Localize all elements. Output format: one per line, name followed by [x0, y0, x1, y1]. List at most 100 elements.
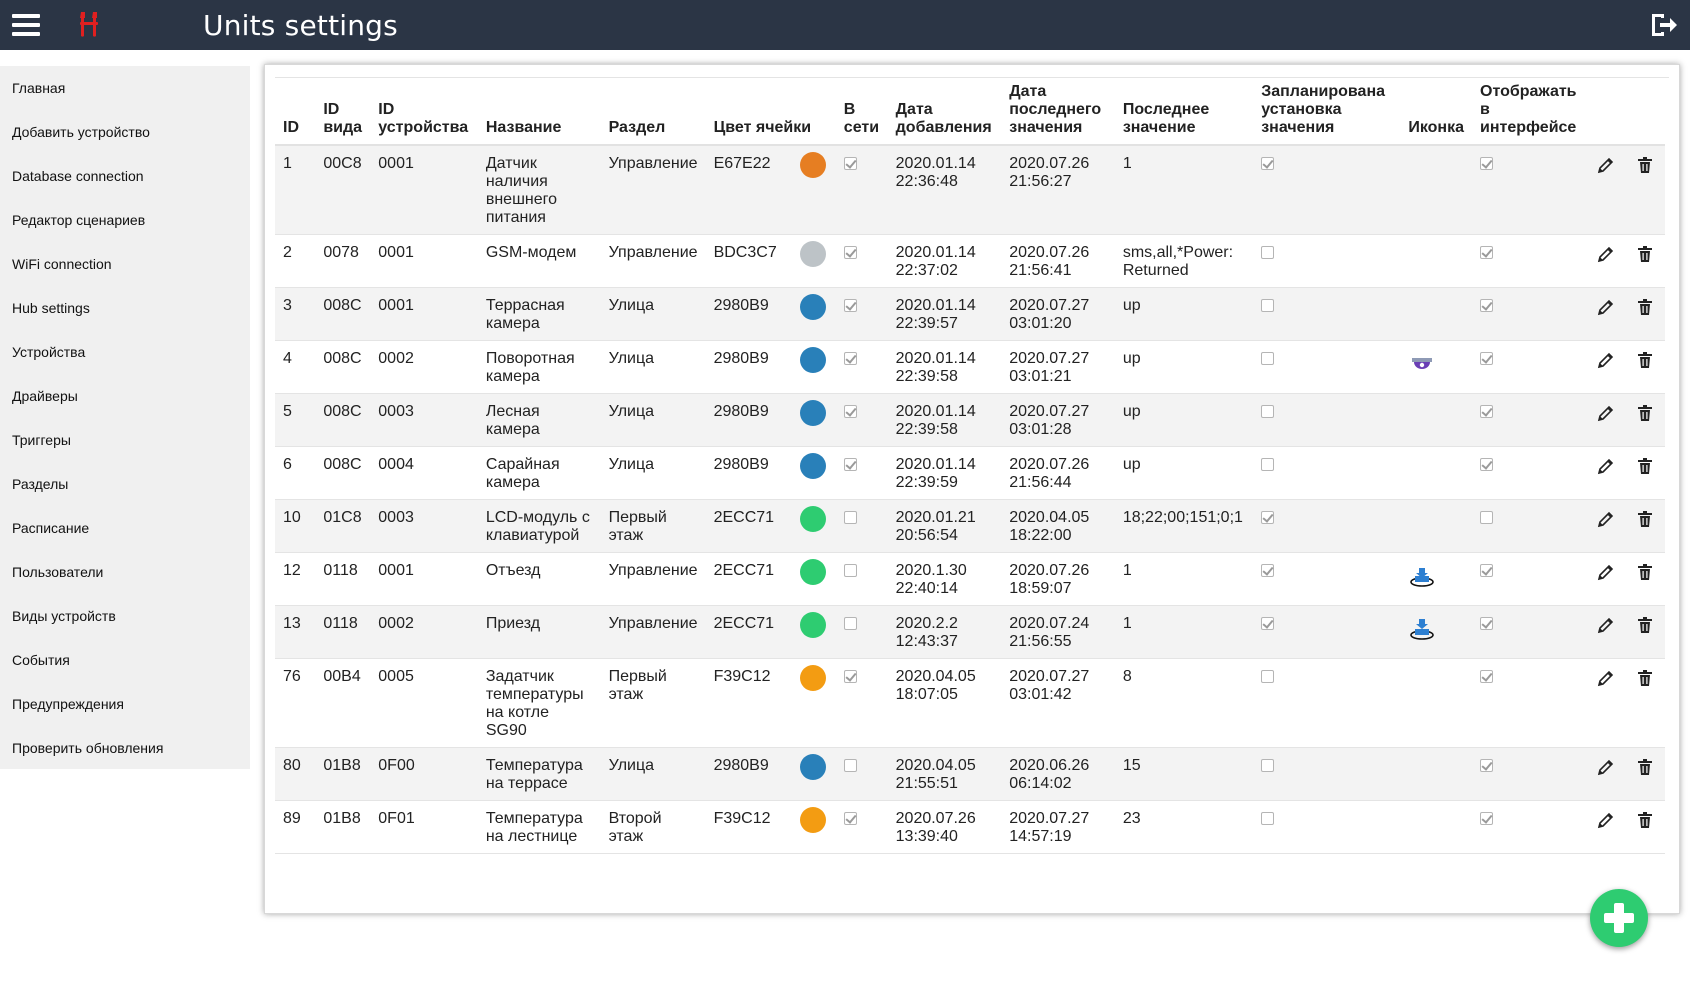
pencil-icon[interactable] — [1596, 562, 1616, 582]
sidebar-item-triggers[interactable]: Триггеры — [0, 418, 250, 462]
table-row[interactable]: 3 008C 0001 Террасная камера Улица 2980B9 2020… — [275, 287, 1665, 341]
column-header-name[interactable]: Название — [477, 79, 601, 146]
trash-icon[interactable] — [1635, 810, 1655, 830]
trash-icon[interactable] — [1635, 509, 1655, 529]
sidebar-item-sections[interactable]: Разделы — [0, 462, 250, 506]
trash-icon[interactable] — [1635, 350, 1655, 370]
online-checkbox[interactable] — [843, 157, 857, 170]
column-header-scheduled[interactable]: Запланирована установка значения — [1253, 79, 1401, 146]
show-checkbox[interactable] — [1480, 759, 1493, 772]
trash-icon[interactable] — [1635, 297, 1655, 317]
scheduled-checkbox[interactable] — [1261, 759, 1275, 772]
add-unit-button[interactable] — [1590, 889, 1648, 947]
trash-icon[interactable] — [1635, 155, 1655, 175]
pencil-icon[interactable] — [1596, 456, 1616, 476]
column-header-last-value[interactable]: Последнее значение — [1114, 79, 1254, 146]
scheduled-checkbox[interactable] — [1261, 511, 1275, 524]
column-header-id[interactable]: ID — [275, 79, 316, 146]
show-checkbox[interactable] — [1480, 157, 1493, 170]
online-checkbox[interactable] — [843, 458, 857, 471]
online-checkbox[interactable] — [843, 405, 857, 418]
scheduled-checkbox[interactable] — [1261, 812, 1275, 825]
online-checkbox[interactable] — [843, 299, 857, 312]
table-row[interactable]: 89 01B8 0F01 Температура на лестнице Второй … — [275, 800, 1665, 854]
pencil-icon[interactable] — [1596, 615, 1616, 635]
pencil-icon[interactable] — [1596, 297, 1616, 317]
hamburger-menu-icon[interactable] — [12, 14, 40, 36]
online-checkbox[interactable] — [843, 617, 857, 630]
sidebar-item-home[interactable]: Главная — [0, 66, 250, 110]
sidebar-item-warnings[interactable]: Предупреждения — [0, 682, 250, 726]
scheduled-checkbox[interactable] — [1261, 564, 1275, 577]
trash-icon[interactable] — [1635, 562, 1655, 582]
color-swatch[interactable] — [799, 294, 826, 320]
table-row[interactable]: 80 01B8 0F00 Температура на террасе Улица 298… — [275, 747, 1665, 801]
sidebar-item-users[interactable]: Пользователи — [0, 550, 250, 594]
show-checkbox[interactable] — [1480, 670, 1493, 683]
sidebar-item-schedule[interactable]: Расписание — [0, 506, 250, 550]
show-checkbox[interactable] — [1480, 299, 1493, 312]
pencil-icon[interactable] — [1596, 509, 1616, 529]
pencil-icon[interactable] — [1596, 810, 1616, 830]
show-checkbox[interactable] — [1480, 246, 1493, 259]
table-row[interactable]: 76 00B4 0005 Задатчик температуры на котле … — [275, 658, 1665, 748]
show-checkbox[interactable] — [1480, 812, 1493, 825]
sidebar-item-device-types[interactable]: Виды устройств — [0, 594, 250, 638]
table-row[interactable]: 5 008C 0003 Лесная камера Улица 2980B9 2020.01… — [275, 393, 1665, 447]
sidebar-item-devices[interactable]: Устройства — [0, 330, 250, 374]
online-checkbox[interactable] — [843, 670, 857, 683]
color-swatch[interactable] — [799, 241, 826, 267]
scheduled-checkbox[interactable] — [1261, 352, 1275, 365]
scheduled-checkbox[interactable] — [1261, 617, 1275, 630]
table-row[interactable]: 2 0078 0001 GSM-модем Управление BDC3C7 2020.0… — [275, 234, 1665, 288]
wrench-logo-icon[interactable] — [78, 10, 100, 40]
pencil-icon[interactable] — [1596, 668, 1616, 688]
online-checkbox[interactable] — [843, 759, 857, 772]
pencil-icon[interactable] — [1596, 757, 1616, 777]
logout-icon[interactable] — [1648, 10, 1678, 40]
show-checkbox[interactable] — [1480, 458, 1493, 471]
column-header-section[interactable]: Раздел — [600, 79, 706, 146]
color-swatch[interactable] — [799, 754, 826, 780]
sidebar-item-database-connection[interactable]: Database connection — [0, 154, 250, 198]
trash-icon[interactable] — [1635, 403, 1655, 423]
show-checkbox[interactable] — [1480, 511, 1493, 524]
trash-icon[interactable] — [1635, 456, 1655, 476]
show-checkbox[interactable] — [1480, 564, 1493, 577]
scheduled-checkbox[interactable] — [1261, 246, 1275, 259]
scheduled-checkbox[interactable] — [1261, 405, 1275, 418]
trash-icon[interactable] — [1635, 244, 1655, 264]
color-swatch[interactable] — [799, 665, 826, 691]
column-header-type-id[interactable]: ID вида — [315, 79, 371, 146]
scheduled-checkbox[interactable] — [1261, 670, 1275, 683]
table-row[interactable]: 1 00C8 0001 Датчик наличия внешнего питания… — [275, 145, 1665, 235]
online-checkbox[interactable] — [843, 564, 857, 577]
column-header-icon[interactable]: Иконка — [1400, 79, 1472, 146]
trash-icon[interactable] — [1635, 668, 1655, 688]
pencil-icon[interactable] — [1596, 403, 1616, 423]
column-header-device-id[interactable]: ID устройства — [370, 79, 478, 146]
scheduled-checkbox[interactable] — [1261, 299, 1275, 312]
column-header-last-date[interactable]: Дата последнего значения — [1001, 79, 1115, 146]
table-row[interactable]: 4 008C 0002 Поворотная камера Улица 2980B9 202… — [275, 340, 1665, 394]
color-swatch[interactable] — [799, 559, 826, 585]
table-row[interactable]: 12 0118 0001 Отъезд Управление 2ECC71 2020.1.3… — [275, 552, 1665, 606]
color-swatch[interactable] — [799, 506, 826, 532]
scheduled-checkbox[interactable] — [1261, 458, 1275, 471]
online-checkbox[interactable] — [843, 812, 857, 825]
trash-icon[interactable] — [1635, 615, 1655, 635]
color-swatch[interactable] — [799, 612, 826, 638]
scheduled-checkbox[interactable] — [1261, 157, 1275, 170]
online-checkbox[interactable] — [843, 352, 857, 365]
sidebar-item-check-updates[interactable]: Проверить обновления — [0, 726, 250, 770]
table-row[interactable]: 13 0118 0002 Приезд Управление 2ECC71 2020.2.2… — [275, 605, 1665, 659]
pencil-icon[interactable] — [1596, 244, 1616, 264]
pencil-icon[interactable] — [1596, 350, 1616, 370]
color-swatch[interactable] — [799, 453, 826, 479]
column-header-added[interactable]: Дата добавления — [887, 79, 1002, 146]
column-header-online[interactable]: В сети — [835, 79, 888, 146]
show-checkbox[interactable] — [1480, 617, 1493, 630]
sidebar-item-wifi-connection[interactable]: WiFi connection — [0, 242, 250, 286]
show-checkbox[interactable] — [1480, 405, 1493, 418]
online-checkbox[interactable] — [843, 511, 857, 524]
